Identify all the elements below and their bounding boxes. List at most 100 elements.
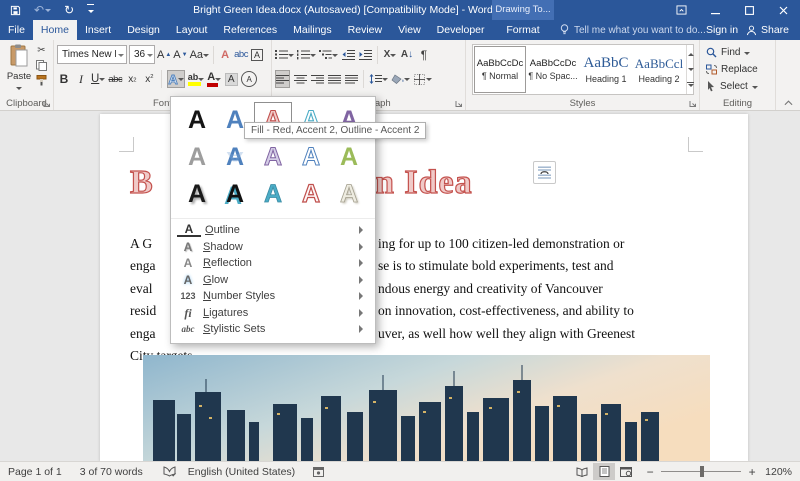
- subscript-button[interactable]: x2: [125, 70, 139, 88]
- undo-button[interactable]: ↶: [34, 0, 52, 20]
- bold-button[interactable]: B: [57, 70, 71, 88]
- ribbon-tab[interactable]: Home: [32, 20, 77, 40]
- ribbon-tab[interactable]: Developer: [429, 20, 493, 40]
- paragraph-dialog-launcher[interactable]: [455, 100, 463, 108]
- zoom-slider-thumb[interactable]: [700, 466, 705, 477]
- tab-format[interactable]: Format: [492, 20, 554, 40]
- enclose-characters-button[interactable]: A: [241, 70, 258, 88]
- style-card[interactable]: AaBbCcDc ¶ No Spac...: [527, 46, 579, 93]
- ribbon-tab[interactable]: Layout: [168, 20, 216, 40]
- clipboard-dialog-launcher[interactable]: [43, 100, 51, 108]
- numbering-button[interactable]: [297, 46, 316, 64]
- shrink-font-button[interactable]: A ▼: [173, 46, 187, 64]
- macro-recording-icon[interactable]: [313, 466, 325, 477]
- ribbon-tab[interactable]: View: [390, 20, 429, 40]
- character-border-button[interactable]: A: [250, 46, 264, 64]
- bullets-button[interactable]: [275, 46, 294, 64]
- redo-button[interactable]: ↻: [64, 0, 74, 20]
- line-spacing-button[interactable]: [369, 70, 388, 88]
- read-mode-button[interactable]: [571, 463, 593, 480]
- style-card[interactable]: AaBbCcl Heading 2: [633, 46, 685, 93]
- asian-layout-button[interactable]: X: [383, 46, 397, 64]
- text-highlight-button[interactable]: ab: [187, 70, 205, 88]
- effects-menu-item[interactable]: A Reflection: [171, 255, 375, 272]
- effects-menu-item[interactable]: A Glow: [171, 272, 375, 289]
- styles-scroll-down-button[interactable]: [687, 61, 694, 77]
- wordart-style-cell[interactable]: A: [330, 176, 368, 213]
- align-right-button[interactable]: [310, 70, 324, 88]
- word-count[interactable]: 3 of 70 words: [80, 466, 143, 478]
- italic-button[interactable]: I: [74, 70, 88, 88]
- ribbon-tab[interactable]: Insert: [77, 20, 119, 40]
- ribbon-display-options-button[interactable]: [664, 0, 698, 20]
- phonetic-guide-button[interactable]: A: [218, 46, 232, 64]
- select-button[interactable]: Select: [706, 79, 758, 94]
- sort-button[interactable]: A↓: [400, 46, 414, 64]
- justify-button[interactable]: [327, 70, 341, 88]
- styles-dialog-launcher[interactable]: [689, 100, 697, 108]
- font-size-combo[interactable]: 36: [129, 45, 155, 64]
- change-case-button[interactable]: Aa: [190, 46, 210, 64]
- zoom-in-button[interactable]: +: [747, 465, 757, 479]
- undo-dropdown-icon[interactable]: [45, 8, 52, 15]
- styles-scroll-up-button[interactable]: [687, 45, 694, 61]
- ribbon-tab[interactable]: References: [215, 20, 285, 40]
- show-hide-pilcrow-button[interactable]: ¶: [417, 46, 431, 64]
- wordart-style-cell[interactable]: A: [254, 176, 292, 213]
- language-indicator[interactable]: English (United States): [188, 466, 295, 478]
- save-button[interactable]: [10, 5, 21, 16]
- zoom-slider[interactable]: [661, 463, 742, 480]
- wordart-style-cell[interactable]: A: [178, 102, 216, 139]
- borders-button[interactable]: [413, 70, 432, 88]
- replace-button[interactable]: Replace: [706, 62, 758, 77]
- effects-menu-item[interactable]: A Outline: [171, 222, 375, 239]
- page-indicator[interactable]: Page 1 of 1: [8, 466, 62, 478]
- superscript-button[interactable]: x2: [142, 70, 156, 88]
- increase-indent-button[interactable]: [358, 46, 372, 64]
- wordart-style-cell[interactable]: A: [292, 176, 330, 213]
- text-effects-button[interactable]: A: [167, 70, 185, 88]
- character-shading-button[interactable]: A: [224, 70, 238, 88]
- wordart-style-cell[interactable]: A: [216, 176, 254, 213]
- shading-button[interactable]: [391, 70, 410, 88]
- wordart-style-cell[interactable]: A: [254, 139, 292, 176]
- zoom-out-button[interactable]: −: [645, 465, 655, 479]
- wordart-style-cell[interactable]: A: [292, 139, 330, 176]
- effects-menu-item[interactable]: A Shadow: [171, 239, 375, 256]
- style-card[interactable]: AaBbC Heading 1: [580, 46, 632, 93]
- distribute-button[interactable]: [344, 70, 358, 88]
- ribbon-tab[interactable]: Mailings: [285, 20, 340, 40]
- ribbon-tab[interactable]: Review: [340, 20, 390, 40]
- font-name-combo[interactable]: Times New Ro: [57, 45, 127, 64]
- font-color-button[interactable]: A: [207, 70, 222, 88]
- maximize-button[interactable]: [732, 0, 766, 20]
- sign-in-button[interactable]: Sign in: [706, 20, 738, 40]
- strikethrough-button[interactable]: abc: [108, 70, 122, 88]
- document-photo-city-skyline[interactable]: [143, 355, 710, 462]
- share-button[interactable]: Share: [746, 20, 789, 40]
- align-center-button[interactable]: [293, 70, 307, 88]
- wordart-style-cell[interactable]: A: [330, 139, 368, 176]
- ribbon-tab[interactable]: File: [0, 20, 33, 40]
- align-left-button[interactable]: [275, 70, 290, 88]
- cut-button[interactable]: ✂: [37, 46, 45, 56]
- effects-menu-item[interactable]: fi Ligatures: [171, 305, 375, 322]
- paste-button[interactable]: Paste: [4, 44, 34, 96]
- layout-options-button[interactable]: [533, 161, 556, 184]
- effects-menu-item[interactable]: 123 Number Styles: [171, 288, 375, 305]
- print-layout-button[interactable]: [593, 463, 616, 480]
- style-card[interactable]: AaBbCcDc ¶ Normal: [474, 46, 526, 93]
- proofing-icon[interactable]: [163, 466, 176, 477]
- zoom-level[interactable]: 120%: [765, 466, 792, 478]
- paste-dropdown-icon[interactable]: [15, 87, 22, 93]
- close-button[interactable]: [766, 0, 800, 20]
- copy-button[interactable]: [36, 60, 47, 71]
- web-layout-button[interactable]: [615, 463, 637, 480]
- underline-button[interactable]: U: [91, 70, 106, 88]
- multilevel-list-button[interactable]: [319, 46, 338, 64]
- minimize-button[interactable]: [698, 0, 732, 20]
- collapse-ribbon-button[interactable]: [784, 100, 793, 106]
- ribbon-tab[interactable]: Design: [119, 20, 168, 40]
- wordart-style-cell[interactable]: A: [216, 139, 254, 176]
- clear-formatting-button[interactable]: abc: [234, 46, 248, 64]
